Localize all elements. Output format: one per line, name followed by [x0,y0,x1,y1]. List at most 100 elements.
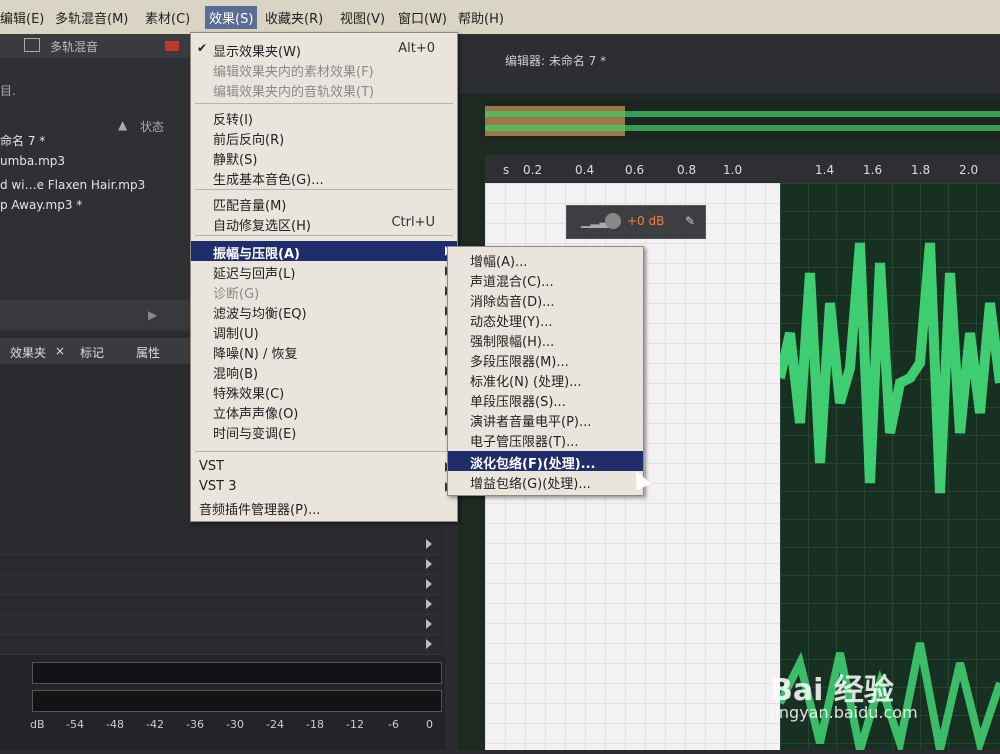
watermark-url: jingyan.baidu.com [770,703,918,722]
meter-scale-label: -18 [306,718,324,731]
expand-arrow-icon[interactable] [426,599,432,609]
tab-markers[interactable]: 标记 [80,344,104,361]
menu-clip[interactable]: 素材(C) [145,8,190,27]
ruler-tick: 0.4 [575,163,595,177]
submenu-item-tube-compressor[interactable]: 电子管压限器(T)... [448,429,643,450]
expand-arrow-icon[interactable] [426,579,432,589]
ruler-tick: 1.6 [863,163,883,177]
menu-item-generate-tones[interactable]: 生成基本音色(G)... [191,167,457,188]
level-meters [0,655,445,750]
play-icon[interactable]: ▶ [148,308,157,322]
file-item[interactable]: p Away.mp3 * [0,198,82,212]
menu-item-silence[interactable]: 静默(S) [191,147,457,168]
file-item[interactable]: umba.mp3 [0,154,65,168]
effects-menu: ✔ 显示效果夹(W) Alt+0 编辑效果夹内的素材效果(F) 编辑效果夹内的音… [190,32,458,522]
menu-item-reverb[interactable]: 混响(B) [191,361,457,382]
editor-title[interactable]: 编辑器: 未命名 7 * [505,52,606,69]
submenu-item-multiband[interactable]: 多段压限器(M)... [448,349,643,370]
submenu-item-channel-mixer[interactable]: 声道混合(C)... [448,269,643,290]
menu-window[interactable]: 窗口(W) [398,8,447,27]
meter-scale-label: -54 [66,718,84,731]
menu-item-vst3[interactable]: VST 3 [191,477,457,497]
ruler-tick: 1.0 [723,163,743,177]
meter-scale-label: -6 [388,718,399,731]
effect-slot[interactable] [0,574,440,595]
menu-item-match-volume[interactable]: 匹配音量(M) [191,193,457,214]
menu-item-amplitude-compression[interactable]: 振幅与压限(A) [191,241,457,262]
expand-arrow-icon[interactable] [426,639,432,649]
ruler-tick: 1.8 [911,163,931,177]
meter-left [32,662,442,684]
pin-icon[interactable]: ✎ [685,214,695,228]
close-icon[interactable]: × [55,344,65,358]
submenu-item-normalize[interactable]: 标准化(N) (处理)... [448,369,643,390]
effect-slot[interactable] [0,534,440,555]
expand-arrow-icon[interactable] [426,539,432,549]
menu-item-modulation[interactable]: 调制(U) [191,321,457,342]
menu-item-diagnostics[interactable]: 诊断(G) [191,281,457,302]
volume-value[interactable]: +0 dB [627,214,664,228]
meter-scale-label: 0 [426,718,433,731]
effect-slot[interactable] [0,614,440,635]
submenu-item-amplify[interactable]: 增幅(A)... [448,249,643,270]
expand-arrow-icon[interactable] [426,619,432,629]
menu-item-delay-echo[interactable]: 延迟与回声(L) [191,261,457,282]
menu-item-show-effects-rack[interactable]: ✔ 显示效果夹(W) Alt+0 [191,39,457,60]
menu-bar: 编辑(E) 多轨混音(M) 素材(C) 效果(S) 收藏夹(R) 视图(V) 窗… [0,0,1000,35]
expand-arrow-icon[interactable] [426,559,432,569]
volume-hud[interactable]: ▁▂▃ +0 dB ✎ [566,205,706,239]
multitrack-label[interactable]: 多轨混音 [50,38,98,55]
menu-item-vst[interactable]: VST [191,457,457,477]
status-column-header[interactable]: 状态 [140,118,164,135]
submenu-item-gain-envelope[interactable]: 增益包络(G)(处理)... [448,471,643,492]
menu-item-invert[interactable]: 反转(I) [191,107,457,128]
multitrack-icon[interactable] [24,38,40,52]
menu-item-special[interactable]: 特殊效果(C) [191,381,457,402]
menu-multitrack[interactable]: 多轨混音(M) [55,8,128,27]
meter-scale-label: -24 [266,718,284,731]
preview-transport: ▶ [0,300,200,330]
menu-separator [195,189,453,190]
meter-scale-label: -36 [186,718,204,731]
time-ruler[interactable]: s 0.2 0.4 0.6 0.8 1.0 1.4 1.6 1.8 2.0 [485,155,1000,183]
menu-item-noise-reduction[interactable]: 降噪(N) / 恢复 [191,341,457,362]
ruler-tick: s [503,163,510,177]
menu-effects[interactable]: 效果(S) [205,6,258,29]
menu-separator [195,103,453,104]
meter-right [32,690,442,712]
submenu-item-dynamics[interactable]: 动态处理(Y)... [448,309,643,330]
menu-item-reverse[interactable]: 前后反向(R) [191,127,457,148]
menu-item-stereo-imagery[interactable]: 立体声声像(O) [191,401,457,422]
submenu-item-speech-volume[interactable]: 演讲者音量电平(P)... [448,409,643,430]
submenu-item-hard-limiter[interactable]: 强制限幅(H)... [448,329,643,350]
meter-scale-label: -30 [226,718,244,731]
menu-view[interactable]: 视图(V) [340,8,385,27]
ruler-tick: 0.2 [523,163,543,177]
menu-item-auto-heal[interactable]: 自动修复选区(H) Ctrl+U [191,213,457,234]
file-item[interactable]: d wi…e Flaxen Hair.mp3 [0,178,145,192]
overview-waveform[interactable] [485,100,1000,140]
sort-arrow-icon[interactable]: ▲ [118,118,127,132]
menu-help[interactable]: 帮助(H) [458,8,504,27]
effect-slot[interactable] [0,634,440,655]
volume-knob[interactable] [605,213,621,229]
tab-properties[interactable]: 属性 [136,344,160,361]
effect-slot[interactable] [0,594,440,615]
panel-tabs: 效果夹 × 标记 属性 [0,338,200,364]
record-icon[interactable] [165,41,179,51]
menu-edit[interactable]: 编辑(E) [0,8,44,27]
file-item[interactable]: 命名 7 * [0,132,45,149]
tab-effects-rack[interactable]: 效果夹 [10,344,46,361]
panel-partial-title: 目. [0,84,16,98]
overview-wave-svg [485,111,1000,131]
menu-separator [195,235,453,236]
submenu-item-single-band[interactable]: 单段压限器(S)... [448,389,643,410]
menu-item-plugin-manager[interactable]: 音频插件管理器(P)... [191,497,457,518]
submenu-item-fade-envelope[interactable]: 淡化包络(F)(处理)... [448,451,643,472]
files-panel: 目. ▲ 状态 命名 7 * umba.mp3 d wi…e Flaxen Ha… [0,58,200,333]
menu-item-time-pitch[interactable]: 时间与变调(E) [191,421,457,442]
effect-slot[interactable] [0,554,440,575]
menu-item-filter-eq[interactable]: 滤波与均衡(EQ) [191,301,457,322]
menu-favorites[interactable]: 收藏夹(R) [265,8,323,27]
submenu-item-deesser[interactable]: 消除齿音(D)... [448,289,643,310]
